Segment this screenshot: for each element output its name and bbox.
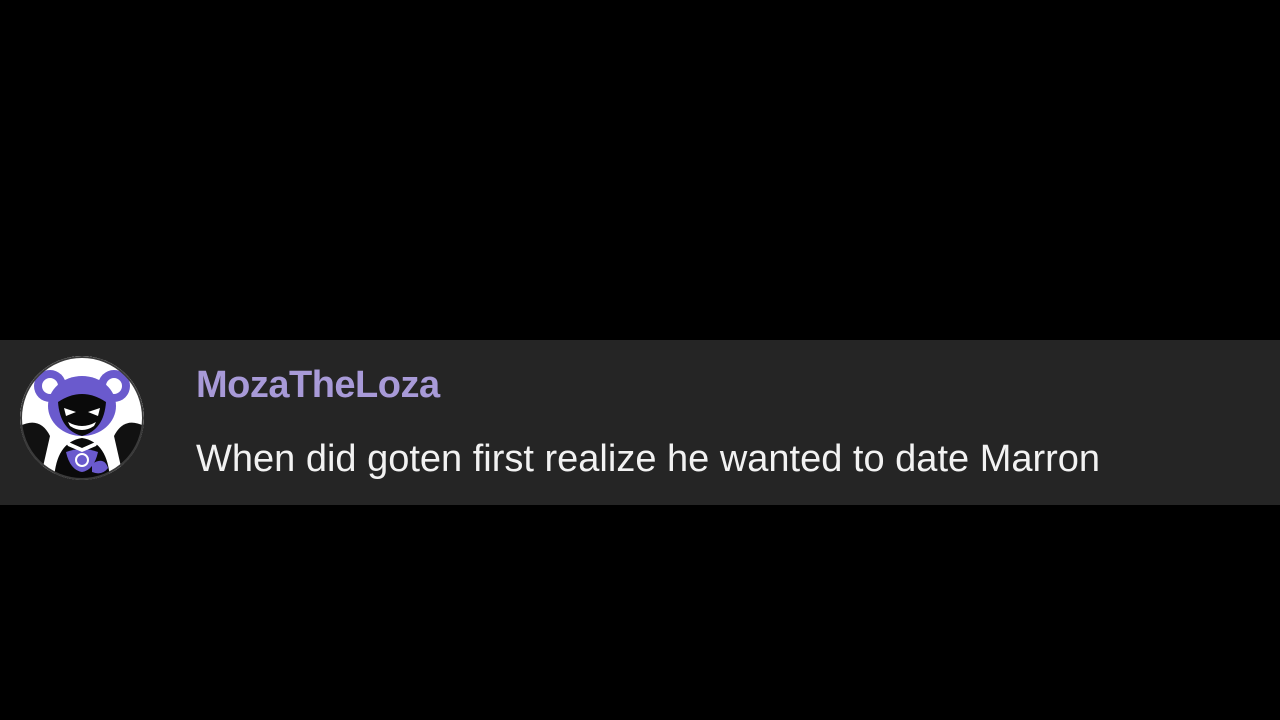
comment-card: MozaTheLoza When did goten first realize… xyxy=(0,340,1280,505)
avatar-character-icon xyxy=(20,356,144,480)
user-avatar[interactable] xyxy=(20,356,144,480)
comment-message: When did goten first realize he wanted t… xyxy=(196,438,1101,480)
page: MozaTheLoza When did goten first realize… xyxy=(0,0,1280,720)
comment-username[interactable]: MozaTheLoza xyxy=(196,364,440,407)
